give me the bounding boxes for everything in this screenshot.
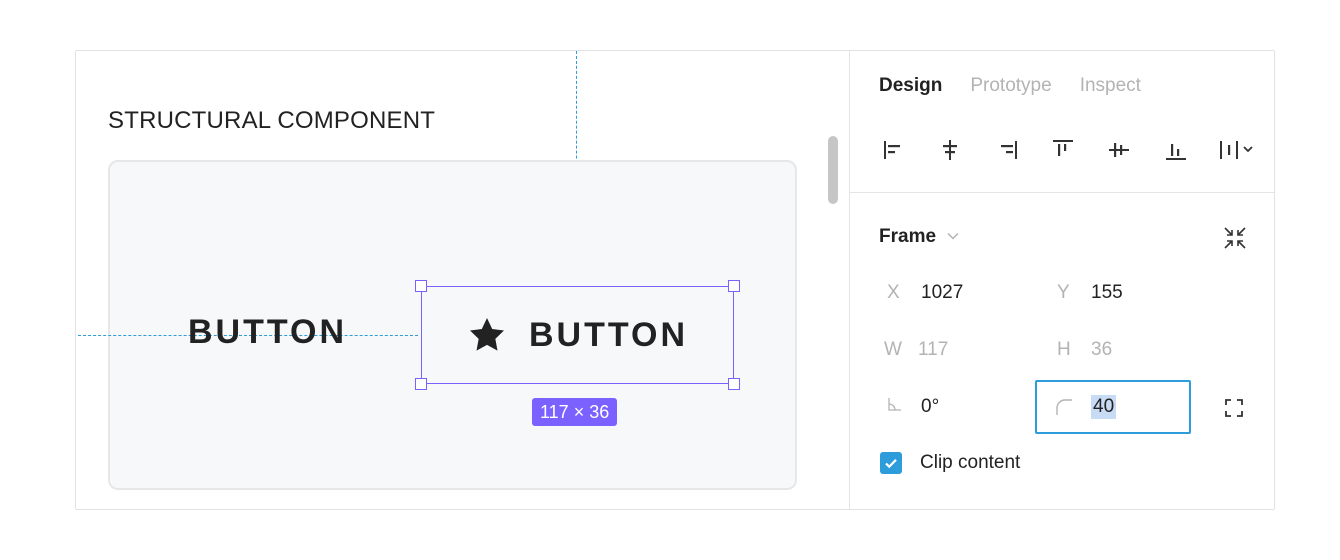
rotation-value: 0° bbox=[921, 396, 940, 417]
canvas-title: STRUCTURAL COMPONENT bbox=[108, 107, 436, 134]
panel-divider bbox=[850, 192, 1274, 193]
icon-button-label: BUTTON bbox=[528, 315, 689, 354]
resize-handle-top-right[interactable] bbox=[728, 280, 740, 292]
align-bottom-icon bbox=[1165, 144, 1186, 160]
align-horizontal-center-icon bbox=[943, 140, 958, 160]
h-value: 36 bbox=[1091, 339, 1113, 360]
rotation-icon bbox=[887, 396, 921, 418]
check-icon bbox=[885, 459, 897, 469]
resize-handle-bottom-left[interactable] bbox=[415, 378, 427, 390]
clip-content-checkbox[interactable]: Clip content bbox=[880, 452, 1020, 474]
panel-tabs: Design Prototype Inspect bbox=[879, 75, 1141, 97]
canvas-scrollbar[interactable] bbox=[828, 136, 838, 204]
selected-icon-button[interactable]: BUTTON bbox=[415, 280, 740, 390]
independent-corners-icon[interactable] bbox=[1223, 397, 1245, 419]
align-left-icon bbox=[884, 141, 900, 159]
y-value: 155 bbox=[1091, 282, 1123, 303]
rotation-field[interactable]: 0° bbox=[887, 396, 939, 418]
w-value: 117 bbox=[918, 339, 949, 360]
text-button-label[interactable]: BUTTON bbox=[188, 313, 347, 352]
corner-radius-input[interactable]: 40 bbox=[1035, 380, 1191, 434]
align-vertical-center-icon bbox=[1109, 143, 1130, 157]
align-top-button[interactable] bbox=[1047, 135, 1079, 165]
tab-inspect[interactable]: Inspect bbox=[1080, 75, 1141, 97]
distribute-icon bbox=[1219, 141, 1253, 159]
height-field[interactable]: H 36 bbox=[1057, 339, 1112, 361]
y-label: Y bbox=[1057, 282, 1070, 303]
x-label: X bbox=[887, 282, 900, 303]
w-label: W bbox=[884, 339, 902, 360]
corner-radius-icon bbox=[1056, 399, 1072, 415]
canvas[interactable]: STRUCTURAL COMPONENT BUTTON BUTTON 117 ×… bbox=[76, 51, 849, 509]
editor-window: STRUCTURAL COMPONENT BUTTON BUTTON 117 ×… bbox=[75, 50, 1275, 510]
distribute-button[interactable] bbox=[1216, 135, 1258, 165]
alignment-toolbar bbox=[878, 135, 1258, 165]
properties-panel: Design Prototype Inspect Frame X 1027 Y … bbox=[849, 51, 1274, 509]
chevron-down-icon bbox=[946, 228, 960, 246]
frame-title: Frame bbox=[879, 226, 937, 247]
frame-type-dropdown[interactable]: Frame bbox=[879, 226, 960, 248]
size-badge: 117 × 36 bbox=[532, 398, 618, 426]
star-icon bbox=[469, 318, 504, 351]
align-horizontal-center-button[interactable] bbox=[934, 135, 966, 165]
width-field[interactable]: W 117 bbox=[884, 339, 948, 361]
h-label: H bbox=[1057, 339, 1071, 360]
align-right-button[interactable] bbox=[991, 135, 1023, 165]
clip-content-label: Clip content bbox=[920, 452, 1021, 473]
align-right-icon bbox=[1000, 141, 1017, 159]
tab-prototype[interactable]: Prototype bbox=[970, 75, 1051, 97]
checkbox-checked bbox=[880, 452, 902, 474]
icon-button-content: BUTTON bbox=[422, 287, 733, 383]
align-bottom-button[interactable] bbox=[1160, 135, 1192, 165]
resize-handle-top-left[interactable] bbox=[415, 280, 427, 292]
x-field[interactable]: X 1027 bbox=[887, 282, 963, 304]
x-value: 1027 bbox=[921, 282, 964, 303]
align-top-icon bbox=[1052, 140, 1073, 156]
tab-design[interactable]: Design bbox=[879, 75, 942, 97]
align-left-button[interactable] bbox=[878, 135, 910, 165]
align-vertical-center-button[interactable] bbox=[1103, 135, 1135, 165]
resize-handle-bottom-right[interactable] bbox=[728, 378, 740, 390]
resize-to-fit-icon[interactable] bbox=[1220, 223, 1250, 253]
corner-radius-value: 40 bbox=[1091, 395, 1117, 419]
y-field[interactable]: Y 155 bbox=[1057, 282, 1123, 304]
